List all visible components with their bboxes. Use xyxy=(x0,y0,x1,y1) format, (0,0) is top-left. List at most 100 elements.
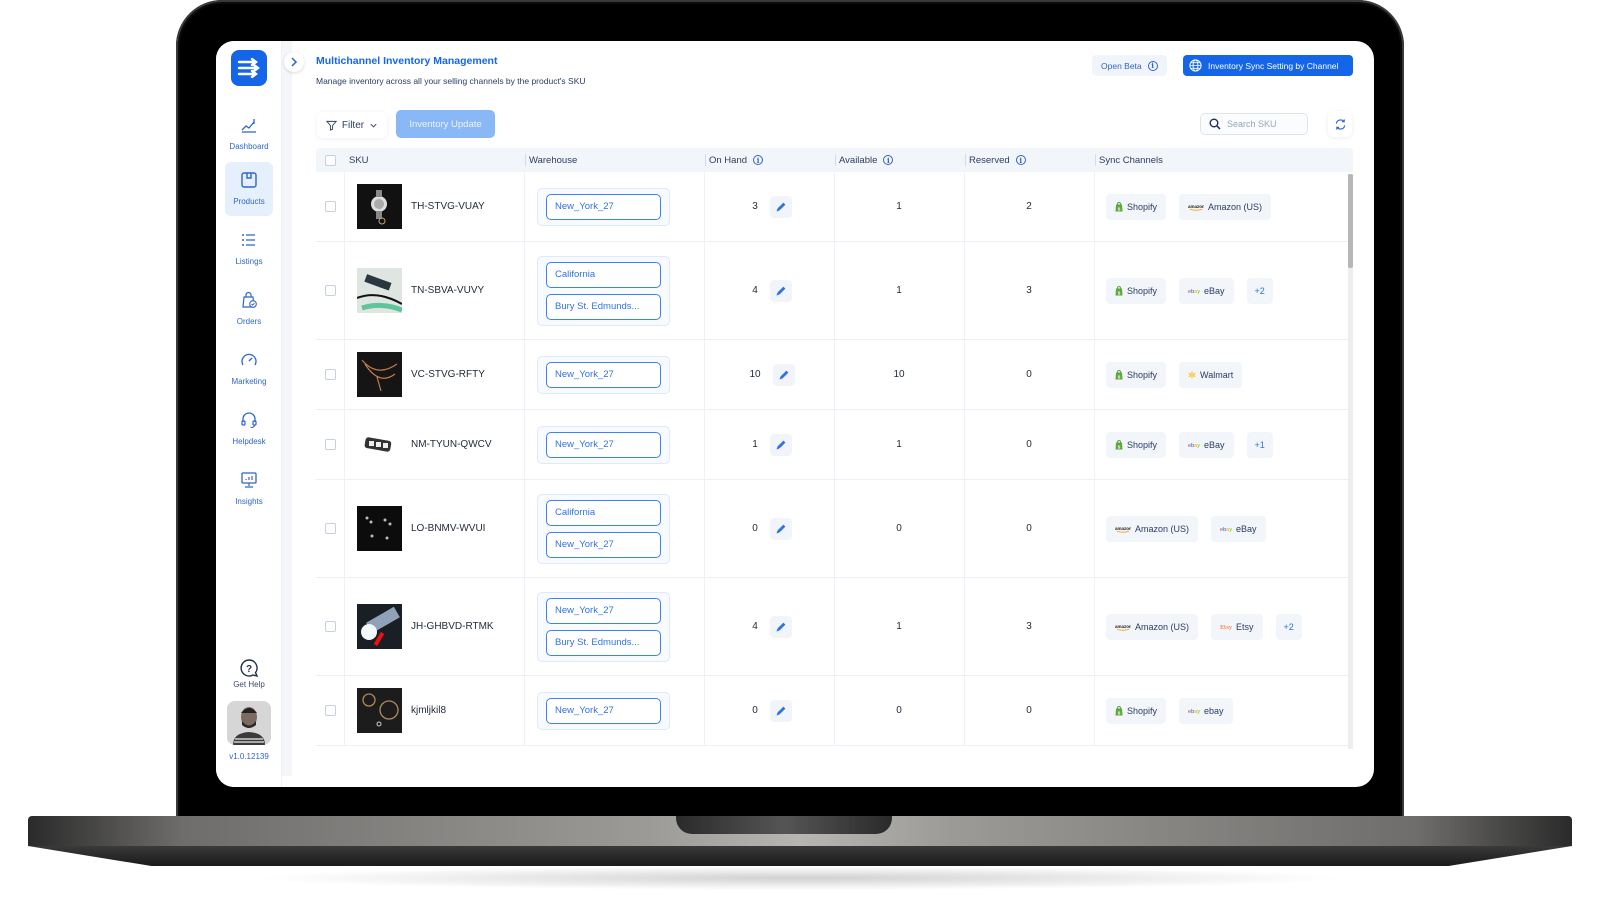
sidebar-item-marketing[interactable]: Marketing xyxy=(225,342,273,396)
warehouse-pill[interactable]: New_York_27 xyxy=(546,361,661,388)
warehouse-pill[interactable]: California xyxy=(546,261,661,288)
available-value: 0 xyxy=(896,705,902,716)
more-channels-badge[interactable]: +2 xyxy=(1246,277,1273,304)
page-title: Multichannel Inventory Management xyxy=(316,55,498,67)
product-thumbnail[interactable] xyxy=(357,422,402,467)
pencil-icon xyxy=(776,440,786,449)
edit-on-hand-button[interactable] xyxy=(769,433,792,456)
more-channels-badge[interactable]: +2 xyxy=(1275,613,1302,640)
sidebar-item-insights[interactable]: Insights xyxy=(225,462,273,516)
column-header-sync-channels[interactable]: Sync Channels xyxy=(1095,148,1163,172)
channel-badge[interactable]: Walmart xyxy=(1179,361,1243,388)
edit-on-hand-button[interactable] xyxy=(769,195,792,218)
channel-badge[interactable]: s Shopify xyxy=(1106,431,1167,458)
app-logo[interactable] xyxy=(231,50,267,86)
warehouse-pill[interactable]: Bury St. Edmunds... xyxy=(546,293,661,320)
filter-label: Filter xyxy=(341,119,365,131)
svg-text:amazon: amazon xyxy=(1115,624,1131,629)
channel-badge[interactable]: amazon Amazon (US) xyxy=(1106,515,1199,542)
inventory-update-button[interactable]: Inventory Update xyxy=(396,110,495,138)
column-divider xyxy=(524,410,525,479)
row-checkbox[interactable] xyxy=(325,369,336,380)
table-row[interactable]: kjmljkil8 New_York_27 0 0 0 s Shopify ebay… xyxy=(316,676,1348,746)
sidebar-item-products[interactable]: Products xyxy=(225,162,273,216)
product-thumbnail[interactable] xyxy=(357,604,402,649)
column-header-sku[interactable]: SKU xyxy=(349,148,369,172)
shopify-icon: s xyxy=(1115,705,1123,716)
more-channels-badge[interactable]: +1 xyxy=(1246,431,1273,458)
warehouse-pill[interactable]: New_York_27 xyxy=(546,431,661,458)
channel-badge[interactable]: amazon Amazon (US) xyxy=(1179,193,1272,220)
search-sku-input[interactable] xyxy=(1227,119,1302,129)
row-checkbox[interactable] xyxy=(325,285,336,296)
warehouse-pill[interactable]: New_York_27 xyxy=(546,597,661,624)
edit-on-hand-button[interactable] xyxy=(769,699,792,722)
channel-badge[interactable]: Etsy Etsy xyxy=(1211,613,1263,640)
row-checkbox[interactable] xyxy=(325,621,336,632)
channel-badge[interactable]: ebay eBay xyxy=(1179,431,1234,458)
sidebar-item-listings[interactable]: Listings xyxy=(225,222,273,276)
table-scrollbar[interactable] xyxy=(1348,174,1353,749)
table-row[interactable]: TN-SBVA-VUVY California Bury St. Edmunds.… xyxy=(316,242,1348,340)
channel-badge[interactable]: amazon Amazon (US) xyxy=(1106,613,1199,640)
table-row[interactable]: VC-STVG-RFTY New_York_27 10 10 0 s Shopif… xyxy=(316,340,1348,410)
product-thumbnail[interactable] xyxy=(357,506,402,551)
edit-on-hand-button[interactable] xyxy=(769,517,792,540)
filter-button[interactable]: Filter xyxy=(317,112,387,138)
sidebar-item-helpdesk[interactable]: Helpdesk xyxy=(225,402,273,456)
row-checkbox[interactable] xyxy=(325,439,336,450)
channel-badge[interactable]: s Shopify xyxy=(1106,277,1167,304)
channel-badge[interactable]: s Shopify xyxy=(1106,193,1167,220)
channel-badge[interactable]: s Shopify xyxy=(1106,697,1167,724)
info-icon[interactable]: i xyxy=(753,155,764,165)
get-help-button[interactable]: ? Get Help xyxy=(225,658,273,698)
sidebar-item-orders[interactable]: Orders xyxy=(225,282,273,336)
table-row[interactable]: NM-TYUN-QWCV New_York_27 1 1 0 s Shopify e… xyxy=(316,410,1348,480)
column-header-available[interactable]: Available i xyxy=(834,148,894,172)
edit-on-hand-button[interactable] xyxy=(769,615,792,638)
row-checkbox[interactable] xyxy=(325,705,336,716)
scrollbar-thumb[interactable] xyxy=(1348,174,1353,268)
edit-on-hand-button[interactable] xyxy=(772,363,795,386)
inventory-sync-setting-button[interactable]: Inventory Sync Setting by Channel xyxy=(1183,55,1353,76)
refresh-button[interactable] xyxy=(1328,111,1352,137)
info-icon[interactable]: i xyxy=(883,155,894,165)
product-thumbnail[interactable] xyxy=(357,184,402,229)
filter-icon xyxy=(325,120,337,131)
sidebar-item-label: Dashboard xyxy=(229,142,269,151)
channel-badge[interactable]: ebay eBay xyxy=(1179,277,1234,304)
product-thumbnail[interactable] xyxy=(357,688,402,733)
column-divider xyxy=(524,172,525,241)
warehouse-group: California Bury St. Edmunds... xyxy=(537,255,670,326)
warehouse-group: New_York_27 Bury St. Edmunds... xyxy=(537,591,670,662)
reserved-value: 3 xyxy=(1026,621,1032,632)
info-icon[interactable]: i xyxy=(1015,155,1026,165)
row-checkbox[interactable] xyxy=(325,201,336,212)
warehouse-pill[interactable]: New_York_27 xyxy=(546,697,661,724)
channel-badge[interactable]: s Shopify xyxy=(1106,361,1167,388)
expand-sidebar-button[interactable] xyxy=(284,52,304,72)
product-thumbnail[interactable] xyxy=(357,352,402,397)
channel-badge[interactable]: ebay ebay xyxy=(1179,697,1233,724)
warehouse-pill[interactable]: Bury St. Edmunds... xyxy=(546,629,661,656)
sku-text: LO-BNMV-WVUI xyxy=(411,523,486,534)
open-beta-button[interactable]: Open Beta i xyxy=(1092,55,1167,76)
warehouse-pill[interactable]: New_York_27 xyxy=(546,531,661,558)
table-row[interactable]: LO-BNMV-WVUI California New_York_27 0 0 0… xyxy=(316,480,1348,578)
column-header-on-hand[interactable]: On Hand i xyxy=(704,148,764,172)
column-header-warehouse[interactable]: Warehouse xyxy=(524,148,577,172)
warehouse-pill[interactable]: New_York_27 xyxy=(546,193,661,220)
column-header-reserved[interactable]: Reserved i xyxy=(965,148,1026,172)
select-all-checkbox[interactable] xyxy=(325,154,336,166)
table-row[interactable]: TH-STVG-VUAY New_York_27 3 1 2 s Shopify a… xyxy=(316,172,1348,242)
sidebar-item-dashboard[interactable]: Dashboard xyxy=(225,107,273,161)
user-avatar[interactable] xyxy=(227,701,271,745)
edit-on-hand-button[interactable] xyxy=(769,279,792,302)
search-sku-field[interactable] xyxy=(1200,113,1308,135)
product-thumbnail[interactable] xyxy=(357,268,402,313)
sync-setting-label: Inventory Sync Setting by Channel xyxy=(1208,60,1339,71)
channel-badge[interactable]: ebay eBay xyxy=(1211,515,1266,542)
warehouse-pill[interactable]: California xyxy=(546,499,661,526)
row-checkbox[interactable] xyxy=(325,523,336,534)
table-row[interactable]: JH-GHBVD-RTMK New_York_27 Bury St. Edmund… xyxy=(316,578,1348,676)
